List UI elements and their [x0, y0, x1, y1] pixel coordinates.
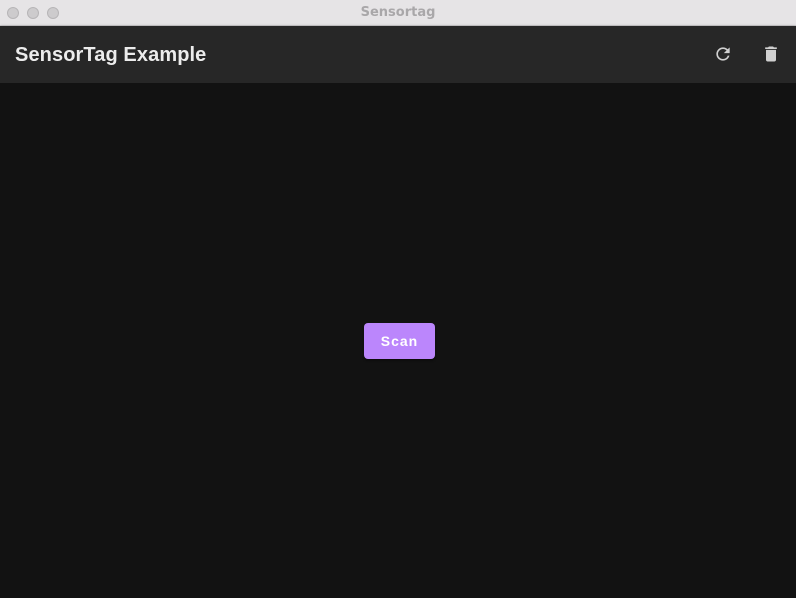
delete-icon — [765, 46, 777, 62]
window-title: Sensortag — [360, 5, 436, 20]
page-title: SensorTag Example — [15, 44, 207, 66]
main-content: Scan — [0, 83, 796, 598]
app-window: Sensortag SensorTag Example Scan — [0, 0, 796, 598]
app-bar: SensorTag Example — [0, 26, 796, 83]
refresh-button[interactable] — [708, 39, 738, 69]
delete-button[interactable] — [756, 39, 786, 69]
window-titlebar: Sensortag — [0, 0, 796, 26]
scan-button[interactable]: Scan — [364, 323, 435, 359]
refresh-icon — [716, 47, 730, 61]
